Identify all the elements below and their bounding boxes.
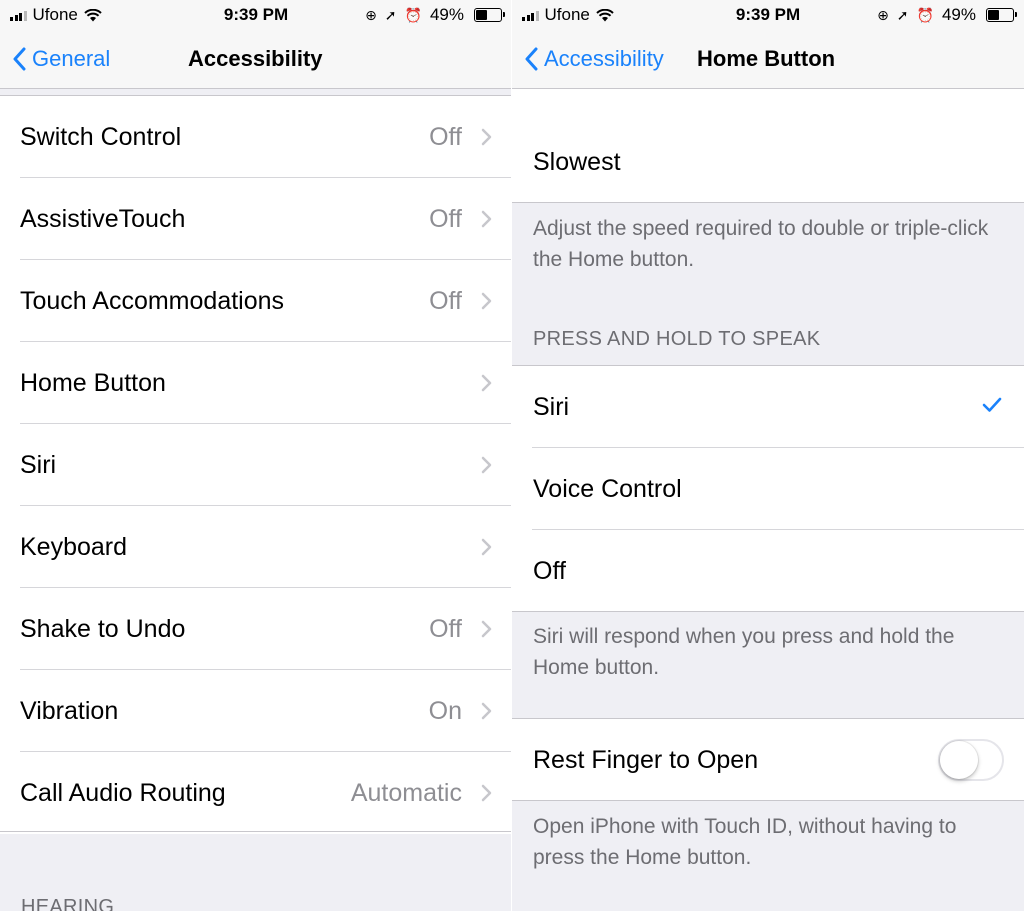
location-icon: ➚ (384, 6, 397, 23)
row-label: AssistiveTouch (20, 205, 186, 233)
status-bar: Ufone 9:39 PM ⊕ ➚ ⏰ 49% (512, 0, 1024, 30)
checkmark-icon (982, 397, 1002, 412)
settings-row[interactable]: Call Audio Routing Automatic (0, 752, 512, 834)
option-label: Siri (533, 393, 570, 421)
row-label: Call Audio Routing (20, 779, 226, 807)
click-speed-footer: Adjust the speed required to double or t… (533, 217, 989, 271)
back-label: General (32, 46, 111, 71)
speak-option-row[interactable]: Siri (512, 366, 1024, 448)
orientation-lock-icon: ⊕ (365, 6, 377, 23)
settings-row[interactable]: Vibration On (0, 670, 512, 752)
row-value: Off (429, 287, 462, 315)
option-label: Slowest (533, 148, 621, 176)
battery-percent: 49% (429, 5, 464, 24)
section-header-speak: PRESS AND HOLD TO SPEAK (533, 328, 821, 350)
settings-row[interactable]: Shake to Undo Off (0, 588, 512, 670)
alarm-icon: ⏰ (916, 6, 934, 23)
rest-finger-toggle[interactable] (938, 739, 1004, 781)
battery-icon (986, 8, 1017, 22)
page-title: Home Button (697, 46, 836, 71)
navigation-bar: Accessibility Home Button (512, 30, 1024, 89)
back-button[interactable]: General (12, 30, 110, 88)
row-label: Touch Accommodations (20, 287, 285, 315)
settings-row[interactable]: Siri (0, 424, 512, 506)
group-bottom-border (0, 831, 512, 832)
chevron-right-icon (481, 538, 492, 556)
chevron-right-icon (481, 374, 492, 392)
chevron-left-icon (525, 47, 538, 71)
settings-row[interactable]: AssistiveTouch Off (0, 178, 512, 260)
orientation-lock-icon: ⊕ (877, 6, 889, 23)
battery-percent: 49% (941, 5, 976, 24)
status-bar: Ufone 9:39 PM ⊕ ➚ ⏰ 49% (0, 0, 512, 30)
row-value: Off (429, 123, 462, 151)
option-label: Off (533, 557, 566, 585)
page-title: Accessibility (188, 46, 323, 71)
group-bottom-border (512, 800, 1024, 801)
row-value: Off (429, 615, 462, 643)
group-bottom-border (512, 202, 1024, 203)
option-label: Voice Control (533, 475, 682, 503)
row-value: Off (429, 205, 462, 233)
row-label: Home Button (20, 369, 166, 397)
speak-option-row[interactable]: Off (512, 530, 1024, 612)
back-label: Accessibility (544, 46, 664, 71)
group-bottom-border (512, 611, 1024, 612)
status-right: ⊕ ➚ ⏰ 49% (365, 5, 505, 25)
speak-footer: Siri will respond when you press and hol… (533, 625, 955, 679)
rest-finger-row: Rest Finger to Open (512, 719, 1024, 801)
chevron-right-icon (481, 784, 492, 802)
navigation-bar: General Accessibility (0, 30, 512, 89)
settings-row[interactable]: Keyboard (0, 506, 512, 588)
home-button-screen: Ufone 9:39 PM ⊕ ➚ ⏰ 49% Slow Slowest Adj… (512, 0, 1024, 911)
row-value: Automatic (350, 779, 462, 807)
settings-row[interactable]: Switch Control Off (0, 96, 512, 178)
chevron-left-icon (13, 47, 26, 71)
option-slowest[interactable]: Slowest (512, 121, 1024, 203)
row-label: Keyboard (20, 533, 128, 561)
status-right: ⊕ ➚ ⏰ 49% (877, 5, 1017, 25)
row-value: On (428, 697, 462, 725)
chevron-right-icon (481, 128, 492, 146)
row-label: Vibration (20, 697, 119, 725)
settings-row[interactable]: Touch Accommodations Off (0, 260, 512, 342)
speak-option-row[interactable]: Voice Control (512, 448, 1024, 530)
back-button[interactable]: Accessibility (524, 30, 664, 88)
row-label: Siri (20, 451, 57, 479)
rest-finger-label: Rest Finger to Open (533, 746, 759, 774)
accessibility-screen: Ufone 9:39 PM ⊕ ➚ ⏰ 49% General Accessib… (0, 0, 512, 911)
rest-finger-footer: Open iPhone with Touch ID, without havin… (533, 815, 957, 869)
chevron-right-icon (481, 292, 492, 310)
toggle-knob (940, 741, 978, 779)
chevron-right-icon (481, 456, 492, 474)
location-icon: ➚ (896, 6, 909, 23)
section-header-hearing: HEARING (21, 896, 115, 911)
chevron-right-icon (481, 210, 492, 228)
alarm-icon: ⏰ (404, 6, 422, 23)
row-label: Switch Control (20, 123, 182, 151)
chevron-right-icon (481, 702, 492, 720)
row-label: Shake to Undo (20, 615, 186, 643)
chevron-right-icon (481, 620, 492, 638)
battery-icon (474, 8, 505, 22)
settings-row[interactable]: Home Button (0, 342, 512, 424)
